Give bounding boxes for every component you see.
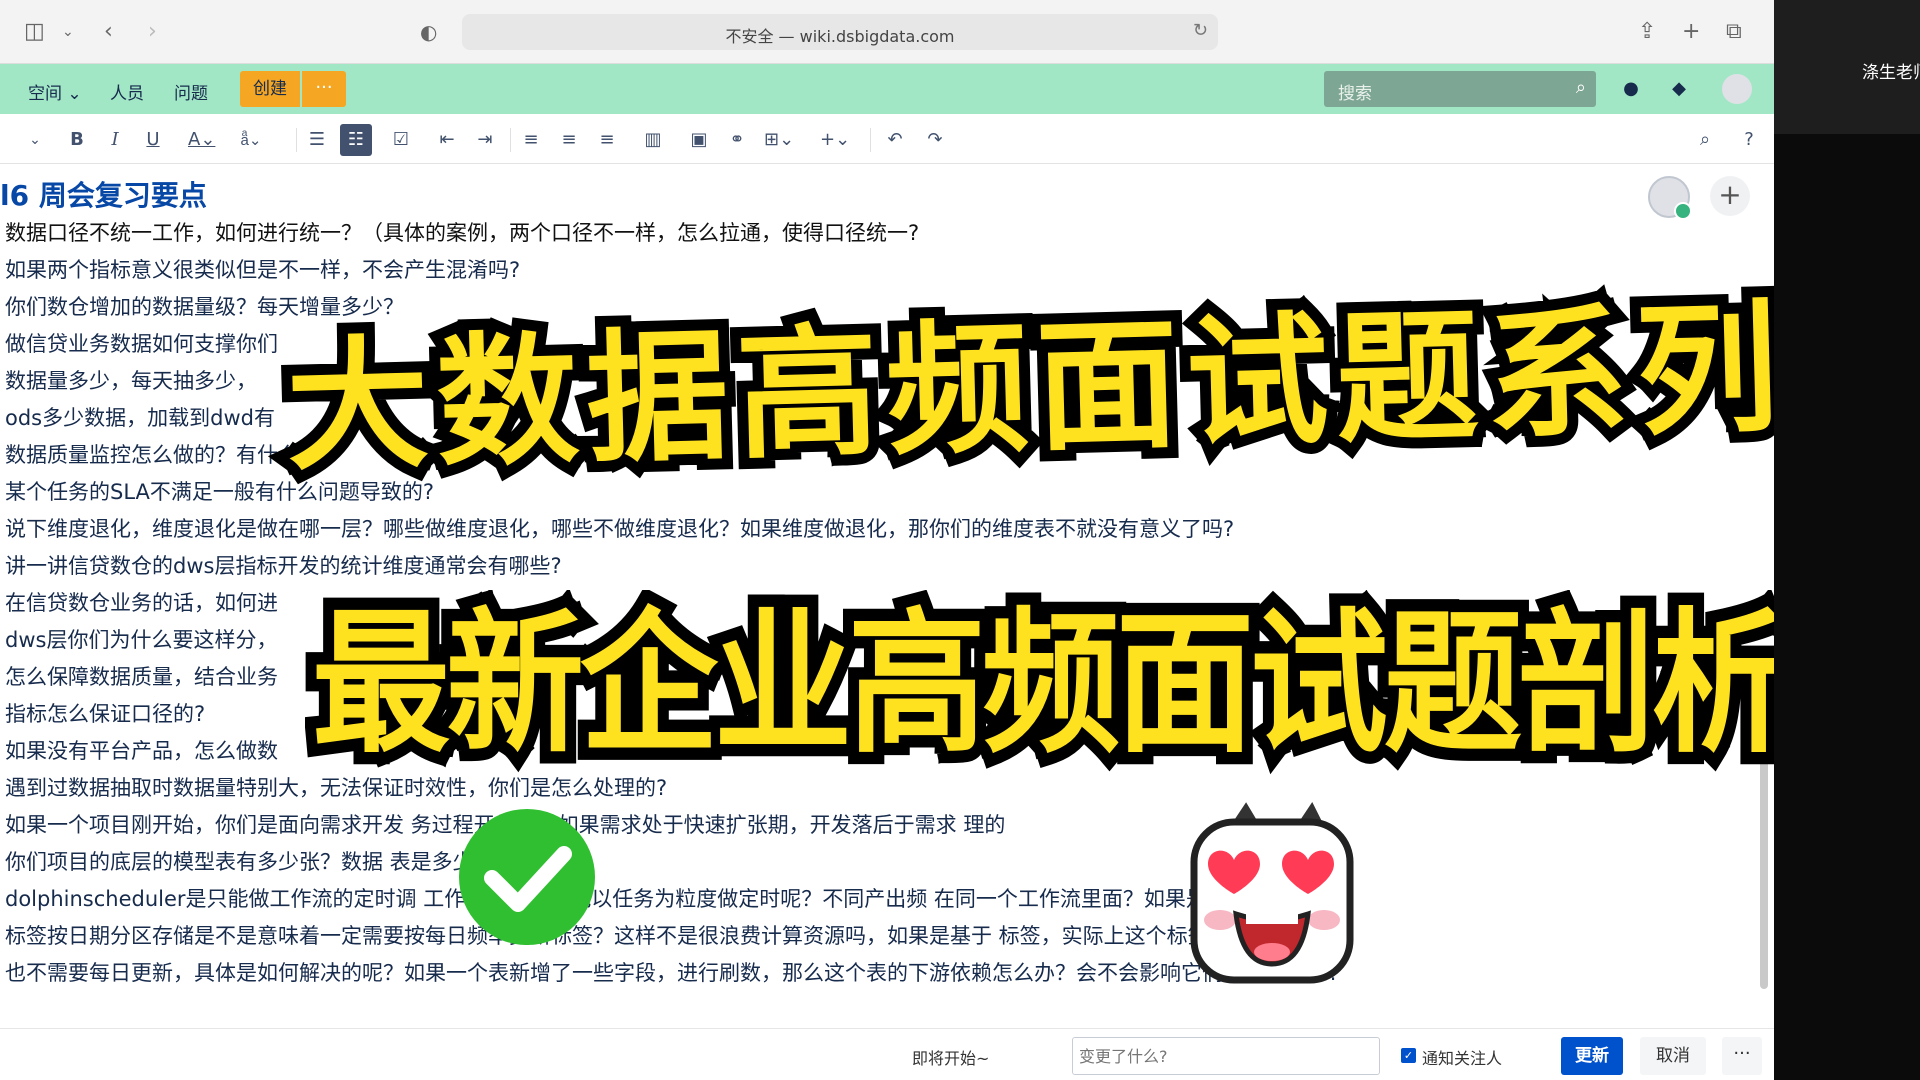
chevron-down-icon[interactable]: ⌄ — [62, 18, 74, 46]
search-box[interactable]: 搜索 ⌕ — [1324, 71, 1596, 107]
nav-issues[interactable]: 问题 — [174, 79, 208, 104]
document-line: 如果两个指标意义很类似但是不一样，不会产生混淆吗? — [5, 258, 521, 282]
document-line: 数据量多少，每天抽多少， — [5, 369, 257, 393]
user-avatar-icon[interactable] — [1722, 74, 1752, 104]
document-line: 指标怎么保证口径的? — [5, 702, 206, 726]
find-icon[interactable]: ⌕ — [1694, 127, 1716, 153]
nav-people[interactable]: 人员 — [110, 79, 144, 104]
search-placeholder: 搜索 — [1338, 84, 1372, 104]
subheadline-banner: 最新企业高频面试题剖析 — [301, 582, 1774, 787]
collaborator-avatar[interactable] — [1648, 176, 1692, 220]
update-button[interactable]: 更新 — [1561, 1037, 1623, 1075]
status-text: 即将开始~ — [912, 1049, 990, 1068]
forward-icon[interactable]: › — [148, 18, 157, 46]
footer-more-button[interactable]: ··· — [1722, 1037, 1762, 1075]
toolbar-divider — [870, 128, 871, 152]
help-question-icon[interactable]: ? — [1738, 127, 1760, 153]
numbered-list-icon[interactable]: ☷ — [340, 124, 372, 156]
document-line: 如果没有平台产品，怎么做数 — [5, 739, 278, 763]
video-overlay-panel: 涤生老师 — [1774, 0, 1920, 1080]
toolbar-divider — [296, 128, 297, 152]
create-more-button[interactable]: ··· — [302, 71, 346, 107]
page-title: l6 周会复习要点 — [0, 179, 207, 212]
text-color-icon[interactable]: A⌄ — [188, 127, 215, 153]
presenter-name: 涤生老师 — [1862, 63, 1920, 83]
editor-footer: 即将开始~ ✓ 通知关注人 更新 取消 ··· — [0, 1028, 1774, 1080]
document-line: 说下维度退化，维度退化是做在哪一层？哪些做维度退化，哪些不做维度退化？如果维度做… — [5, 517, 1235, 541]
tabs-overview-icon[interactable]: ⧉ — [1726, 18, 1742, 46]
document-line: 也不需要每日更新，具体是如何解决的呢？如果一个表新增了一些字段，进行刷数，那么这… — [5, 961, 1340, 985]
headline-banner: 大数据高频面试题系列 — [273, 275, 1774, 501]
app-header: 空间 ⌄ 人员 问题 创建 ··· 搜索 ⌕ ● ◆ — [0, 64, 1774, 114]
notify-label: 通知关注人 — [1422, 1049, 1503, 1068]
new-tab-icon[interactable]: + — [1682, 18, 1700, 46]
help-icon[interactable]: ● — [1618, 76, 1644, 102]
task-list-icon[interactable]: ☑ — [390, 127, 412, 153]
italic-icon[interactable]: I — [104, 127, 126, 153]
notification-icon[interactable]: ◆ — [1666, 76, 1692, 102]
paragraph-dropdown-icon[interactable]: ⌄ — [24, 127, 46, 153]
editor-toolbar: ⌄ B I U A⌄ aͣ⌄ ☰ ☷ ☑ ⇤ ⇥ ≡ ≡ ≡ ▥ ▣ ⚭ ⊞⌄ … — [0, 114, 1774, 164]
browser-window: ◫ ⌄ ‹ › ◐ 不安全 — wiki.dsbigdata.com ↻ ⇪ +… — [0, 0, 1774, 1080]
undo-icon[interactable]: ↶ — [884, 127, 906, 153]
share-icon[interactable]: ⇪ — [1638, 18, 1656, 46]
cancel-button[interactable]: 取消 — [1640, 1037, 1706, 1075]
document-line: 做信贷业务数据如何支撑你们 — [5, 332, 278, 356]
document-line: 怎么保障数据质量，结合业务 — [5, 665, 278, 689]
bullet-list-icon[interactable]: ☰ — [306, 127, 328, 153]
link-icon[interactable]: ⚭ — [726, 127, 748, 153]
document-line: dws层你们为什么要这样分， — [5, 628, 278, 652]
document-line: 标签按日期分区存储是不是意味着一定需要按每日频率更新标签？这样不是很浪费计算资源… — [5, 924, 1293, 948]
create-button[interactable]: 创建 — [240, 71, 300, 107]
document-line: 在信贷数仓业务的话，如何进 — [5, 591, 278, 615]
toolbar-divider — [510, 128, 511, 152]
redo-icon[interactable]: ↷ — [924, 127, 946, 153]
shield-icon[interactable]: ◐ — [420, 18, 437, 46]
browser-chrome: ◫ ⌄ ‹ › ◐ 不安全 — wiki.dsbigdata.com ↻ ⇪ +… — [0, 0, 1774, 64]
align-right-icon[interactable]: ≡ — [596, 127, 618, 153]
table-icon[interactable]: ⊞⌄ — [764, 127, 794, 153]
layout-icon[interactable]: ▥ — [642, 127, 664, 153]
indent-icon[interactable]: ⇥ — [474, 127, 496, 153]
more-formatting-icon[interactable]: aͣ⌄ — [240, 127, 262, 153]
change-comment-input[interactable] — [1072, 1037, 1380, 1075]
mascot-icon — [1190, 802, 1354, 984]
reload-icon[interactable]: ↻ — [1193, 20, 1208, 41]
checkmark-icon — [459, 809, 595, 945]
nav-spaces[interactable]: 空间 ⌄ — [28, 79, 82, 104]
bold-icon[interactable]: B — [66, 127, 88, 153]
insert-more-icon[interactable]: +⌄ — [820, 127, 850, 153]
align-center-icon[interactable]: ≡ — [558, 127, 580, 153]
document-line: 数据质量监控怎么做的？有什么 — [5, 443, 299, 467]
notify-checkbox[interactable]: ✓ — [1401, 1048, 1416, 1063]
sidebar-toggle-icon[interactable]: ◫ — [24, 18, 45, 46]
outdent-icon[interactable]: ⇤ — [436, 127, 458, 153]
search-icon: ⌕ — [1575, 77, 1586, 98]
align-left-icon[interactable]: ≡ — [520, 127, 542, 153]
image-icon[interactable]: ▣ — [688, 127, 710, 153]
back-icon[interactable]: ‹ — [104, 18, 113, 46]
document-line: dolphinscheduler是只能做工作流的定时调 工作流，那能不能以任务为… — [5, 887, 1207, 911]
address-text: 不安全 — wiki.dsbigdata.com — [725, 27, 955, 46]
address-bar[interactable]: 不安全 — wiki.dsbigdata.com ↻ — [462, 14, 1218, 50]
document-line: 数据口径不统一工作，如何进行统一？（具体的案例，两个口径不一样，怎么拉通，使得口… — [5, 221, 920, 245]
document-line: 你们项目的底层的模型表有多少张？数据 表是多少? — [5, 850, 485, 874]
document-line: ods多少数据，加载到dwd有 — [5, 406, 275, 430]
add-collaborator-button[interactable]: + — [1710, 176, 1750, 216]
underline-icon[interactable]: U — [142, 127, 164, 153]
